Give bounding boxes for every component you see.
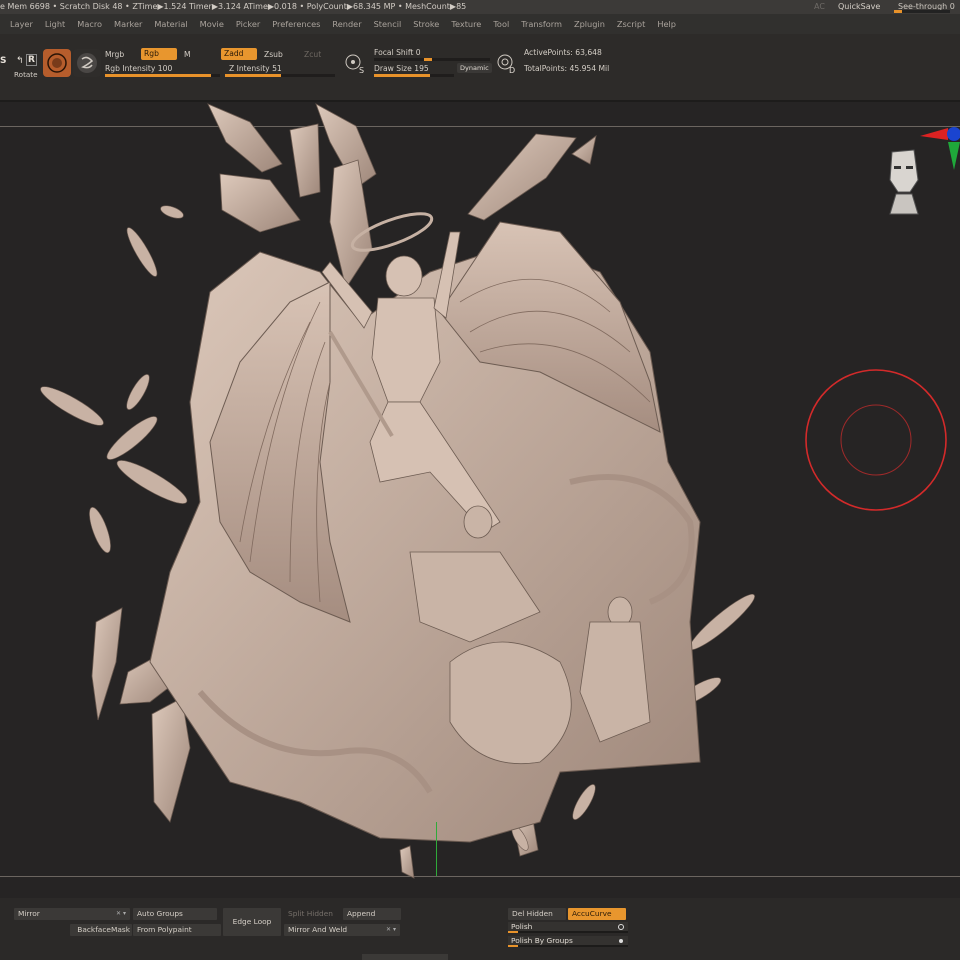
menu-layer[interactable]: Layer xyxy=(4,14,39,34)
rotate-arrow-icon: ↰ xyxy=(16,56,24,66)
mirror-button[interactable]: Mirror ✕ ▾ xyxy=(14,908,130,920)
zsub-button[interactable]: Zsub xyxy=(264,50,283,59)
menu-render[interactable]: Render xyxy=(326,14,367,34)
dynamic-button[interactable]: Dynamic xyxy=(457,63,492,73)
backfacemask-button[interactable]: BackfaceMask xyxy=(70,924,132,936)
brush-alpha-thumbnail-icon[interactable] xyxy=(73,49,101,77)
polish-by-groups-slider[interactable]: Polish By Groups xyxy=(508,936,628,947)
menu-texture[interactable]: Texture xyxy=(445,14,487,34)
top-shelf: S ↰ R Rotate Mrgb Rgb M Rgb Intensity 10… xyxy=(0,34,960,100)
rgb-intensity-slider[interactable] xyxy=(105,74,220,77)
menu-zscript[interactable]: Zscript xyxy=(611,14,651,34)
menu-stroke[interactable]: Stroke xyxy=(407,14,445,34)
menu-bar: Layer Light Macro Marker Material Movie … xyxy=(0,14,960,34)
draw-size-slider[interactable] xyxy=(374,74,454,77)
active-points-readout: ActivePoints: 63,648 xyxy=(524,48,602,57)
rotate-button[interactable]: ↰ R Rotate xyxy=(12,52,42,84)
draw-size-icon[interactable]: D xyxy=(497,52,517,78)
viewport-canvas[interactable] xyxy=(0,102,960,898)
polish-by-groups-label: Polish By Groups xyxy=(511,936,573,945)
z-intensity-slider[interactable] xyxy=(225,74,335,77)
rgb-button[interactable]: Rgb xyxy=(141,48,177,60)
from-polypaint-button[interactable]: From Polypaint xyxy=(133,924,221,936)
draw-size-label: Draw Size 195 xyxy=(374,64,429,73)
menu-preferences[interactable]: Preferences xyxy=(266,14,326,34)
scale-button[interactable]: S xyxy=(0,54,10,82)
axis-gizmo-icon[interactable] xyxy=(918,122,960,172)
see-through-slider[interactable] xyxy=(894,10,950,13)
menu-marker[interactable]: Marker xyxy=(108,14,148,34)
menu-transform[interactable]: Transform xyxy=(515,14,568,34)
m-button[interactable]: M xyxy=(184,50,191,59)
polish-slider-fill xyxy=(508,931,518,933)
d-key-label: D xyxy=(509,66,516,75)
focal-shift-fill xyxy=(424,58,482,61)
polish-by-groups-fill xyxy=(508,945,518,947)
rgb-intensity-fill xyxy=(105,74,211,77)
total-points-readout: TotalPoints: 45.954 Mil xyxy=(524,64,610,73)
polish-toggle[interactable] xyxy=(618,924,624,930)
polish-by-groups-toggle[interactable] xyxy=(619,939,623,943)
see-through-slider-fill xyxy=(894,10,902,13)
split-hidden-button[interactable]: Split Hidden xyxy=(284,908,342,920)
menu-movie[interactable]: Movie xyxy=(194,14,230,34)
polish-slider[interactable]: Polish xyxy=(508,922,628,933)
status-info-text: e Mem 6698 • Scratch Disk 48 • ZTime▶1.5… xyxy=(0,2,467,11)
focal-shift-label: Focal Shift 0 xyxy=(374,48,421,57)
bottom-shelf: Mirror ✕ ▾ BackfaceMask Auto Groups From… xyxy=(0,898,960,960)
s-key-label: S xyxy=(359,66,365,75)
rotate-label: Rotate xyxy=(14,70,38,79)
edge-loop-button[interactable]: Edge Loop xyxy=(223,908,281,936)
auto-groups-button[interactable]: Auto Groups xyxy=(133,908,217,920)
mirror-options-icon[interactable]: ✕ ▾ xyxy=(116,908,126,920)
status-bar: e Mem 6698 • Scratch Disk 48 • ZTime▶1.5… xyxy=(0,0,960,14)
scale-key-label: S xyxy=(0,56,7,66)
mirror-and-weld-label: Mirror And Weld xyxy=(288,925,348,934)
quicksave-button[interactable]: QuickSave xyxy=(838,0,880,14)
menu-help[interactable]: Help xyxy=(651,14,682,34)
ac-label: AC xyxy=(814,2,825,11)
mrgb-button[interactable]: Mrgb xyxy=(105,50,124,59)
ground-axis-line xyxy=(436,822,437,876)
mirror-and-weld-options-icon[interactable]: ✕ ▾ xyxy=(386,924,396,936)
draw-size-fill xyxy=(374,74,430,77)
menu-material[interactable]: Material xyxy=(148,14,193,34)
menu-picker[interactable]: Picker xyxy=(230,14,266,34)
material-thumbnail-icon[interactable] xyxy=(43,49,71,77)
bottom-tab-handle[interactable] xyxy=(362,954,448,960)
zcut-button[interactable]: Zcut xyxy=(304,50,321,59)
menu-zplugin[interactable]: Zplugin xyxy=(568,14,611,34)
polish-label: Polish xyxy=(511,922,533,931)
append-button[interactable]: Append xyxy=(343,908,401,920)
menu-tool[interactable]: Tool xyxy=(487,14,515,34)
z-intensity-fill xyxy=(225,74,281,77)
brush-cursor-icon xyxy=(805,369,947,511)
focal-shift-icon[interactable]: S xyxy=(345,52,365,76)
rotate-key-label: R xyxy=(26,54,37,66)
focal-shift-slider[interactable] xyxy=(374,58,490,61)
mirror-label: Mirror xyxy=(18,909,40,918)
accucurve-button[interactable]: AccuCurve xyxy=(568,908,626,920)
mirror-and-weld-button[interactable]: Mirror And Weld ✕ ▾ xyxy=(284,924,400,936)
rgb-intensity-label: Rgb Intensity 100 xyxy=(105,64,173,73)
menu-macro[interactable]: Macro xyxy=(71,14,108,34)
del-hidden-button[interactable]: Del Hidden xyxy=(508,908,566,920)
menu-light[interactable]: Light xyxy=(39,14,71,34)
z-intensity-label: Z Intensity 51 xyxy=(229,64,282,73)
menu-stencil[interactable]: Stencil xyxy=(368,14,408,34)
zadd-button[interactable]: Zadd xyxy=(221,48,257,60)
